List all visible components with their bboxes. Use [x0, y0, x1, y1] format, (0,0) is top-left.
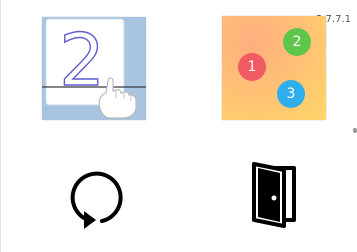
- write-numbers-tile[interactable]: 2: [42, 17, 146, 120]
- digit-outline: 2: [59, 18, 105, 102]
- counting-ball-1: 1: [238, 53, 266, 81]
- exit-button[interactable]: [248, 160, 300, 232]
- main-menu-screen: 2.7.7.1 2 1 2 3: [0, 0, 357, 252]
- restart-icon: [70, 171, 123, 229]
- exit-door-icon: [252, 162, 296, 228]
- handwriting-digit-icon: 2: [42, 17, 146, 119]
- restart-button[interactable]: [62, 165, 126, 229]
- counting-ball-3: 3: [277, 80, 305, 108]
- counting-ball-2: 2: [283, 28, 311, 56]
- counting-tile[interactable]: 1 2 3: [222, 16, 326, 120]
- scroll-indicator: [353, 128, 357, 133]
